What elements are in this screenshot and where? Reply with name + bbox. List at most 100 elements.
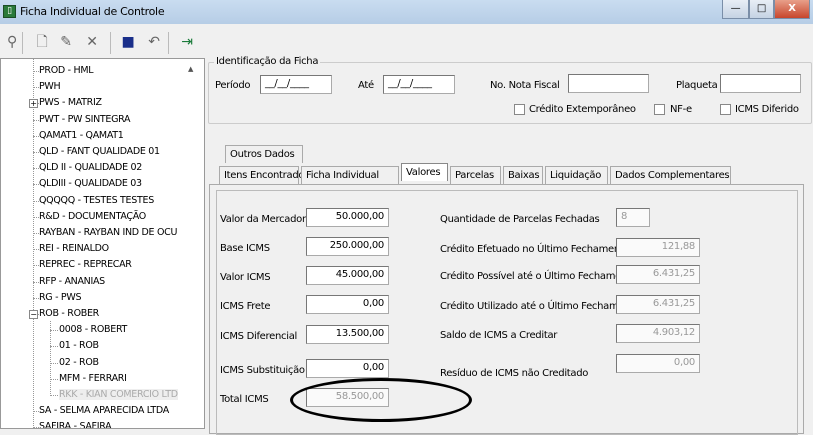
tree-item[interactable]: RG - PWS [39,292,81,303]
tree-expander-icon[interactable]: + [29,99,38,109]
icms-diferencial-input[interactable]: 13.500,00 [306,325,389,344]
residuo-de-icms-nao-creditado-input: 0,00 [616,354,700,373]
exit-icon[interactable]: ⇥ [177,32,197,52]
valor-da-mercadoria-input[interactable]: 50.000,00 [306,208,389,227]
plaqueta-label: Plaqueta [676,80,718,91]
tree-item[interactable]: REPREC - REPRECAR [39,259,132,270]
tree-item[interactable]: PWS - MATRIZ [39,97,102,108]
credito-efetuado-no-ultimo-fechamento-input: 121,88 [616,238,700,257]
icms-diferido-checkbox[interactable] [720,104,731,115]
quantidade-de-parcelas-fechadas-input: 8 [616,208,650,227]
credito-possivel-ate-o-ultimo-fechamento-label: Crédito Possível até o Último Fechamento [440,271,637,282]
saldo-de-icms-a-creditar-label: Saldo de ICMS a Creditar [440,330,558,341]
undo-icon[interactable]: ↶ [144,32,164,52]
title-bar: ▯ Ficha Individual de Controle — □ X [0,0,813,24]
total-icms-label: Total ICMS [220,394,269,405]
residuo-de-icms-nao-creditado-label: Resíduo de ICMS não Creditado [440,368,589,379]
tree-item[interactable]: 02 - ROB [59,357,99,368]
tree-item[interactable]: RAYBAN - RAYBAN IND DE OCU [39,227,177,238]
tab-parcelas[interactable]: Parcelas [450,166,501,184]
toolbar-separator [110,32,111,54]
valor-da-mercadoria-label: Valor da Mercadoria [220,214,315,225]
nota-fiscal-input[interactable] [568,74,649,93]
credito-efetuado-no-ultimo-fechamento-label: Crédito Efetuado no Último Fechamento [440,244,630,255]
company-tree[interactable]: ▲ PROD - HML PWH + PWS - MATRIZ PWT - PW SIN… [0,58,205,429]
tree-item[interactable]: 01 - ROB [59,340,99,351]
window-title: Ficha Individual de Controle [20,5,165,18]
credito-possivel-ate-o-ultimo-fechamento-input: 6.431,25 [616,265,700,284]
tree-item[interactable]: PWT - PW SINTEGRA [39,114,131,125]
save-icon[interactable]: ■ [118,32,138,52]
credito-extemporaneo-label: Crédito Extemporâneo [529,104,636,115]
new-document-icon[interactable]: 🗋 [32,32,52,52]
credito-extemporaneo-checkbox[interactable] [514,104,525,115]
tree-item[interactable]: ROB - ROBER [39,308,99,319]
toolbar-separator [22,32,23,54]
tab-valores[interactable]: Valores [401,163,448,181]
periodo-input[interactable]: __/__/____ [260,75,332,94]
tree-item[interactable]: QAMAT1 - QAMAT1 [39,130,124,141]
tree-item[interactable]: REI - REINALDO [39,243,109,254]
toolbar-separator [168,32,169,54]
tree-line [33,59,34,428]
tree-expander-icon[interactable]: − [29,310,38,319]
tree-item[interactable]: R&D - DOCUMENTAÇÃO [39,211,146,222]
highlight-ellipse [290,378,472,422]
nfe-label: NF-e [670,104,692,115]
tree-item[interactable]: PWH [39,81,61,92]
close-button[interactable]: X [774,0,810,19]
tree-line [50,321,51,396]
tab-itens-encontrados[interactable]: Itens Encontrados [219,166,309,184]
tree-connector [50,346,58,348]
icms-substituicao-label: ICMS Substituição [220,365,305,376]
quantidade-de-parcelas-fechadas-label: Quantidade de Parcelas Fechadas [440,214,600,225]
tree-connector [50,395,58,396]
tree-connector [50,378,58,380]
base-icms-label: Base ICMS [220,243,270,254]
tree-item[interactable]: QQQQQ - TESTES TESTES [39,195,154,206]
tree-item[interactable]: QLDIII - QUALIDADE 03 [39,178,142,189]
scroll-up-arrow-icon[interactable]: ▲ [188,65,193,73]
valor-icms-label: Valor ICMS [220,272,271,283]
plaqueta-input[interactable] [720,74,801,93]
icms-frete-label: ICMS Frete [220,301,271,312]
ate-label: Até [358,80,374,91]
edit-icon[interactable]: ✎ [56,32,76,52]
base-icms-input[interactable]: 250.000,00 [306,237,389,256]
tree-item[interactable]: QLD II - QUALIDADE 02 [39,162,142,173]
tree-item[interactable]: RKK - KIAN COMERCIO LTD [59,389,178,400]
minimize-button[interactable]: — [722,0,749,19]
tree-connector [50,362,58,364]
credito-utilizado-ate-o-ultimo-fechamento-label: Crédito Utilizado até o Último Fechament… [440,301,640,312]
icms-frete-input[interactable]: 0,00 [306,295,389,314]
periodo-label: Período [215,80,251,91]
saldo-de-icms-a-creditar-input: 4.903,12 [616,324,700,343]
tab-dados-complementares[interactable]: Dados Complementares [610,166,731,184]
credito-utilizado-ate-o-ultimo-fechamento-input: 6.431,25 [616,295,700,314]
tree-item[interactable]: QLD - FANT QUALIDADE 01 [39,146,160,157]
nota-fiscal-label: No. Nota Fiscal [490,80,560,91]
toolbar: ⚲ 🗋 ✎ ✕ ■ ↶ ⇥ [0,26,813,58]
group-legend: Identificação da Ficha [214,56,321,67]
maximize-button[interactable]: □ [749,0,774,19]
tab-ficha-individual[interactable]: Ficha Individual [301,166,399,184]
tab-baixas[interactable]: Baixas [503,166,543,184]
tree-item[interactable]: 0008 - ROBERT [59,324,127,335]
tree-item[interactable]: RFP - ANANIAS [39,276,105,287]
icms-substituicao-input[interactable]: 0,00 [306,359,389,378]
app-icon: ▯ [3,5,16,18]
tree-connector [50,330,58,332]
tree-item[interactable]: PROD - HML [39,65,94,76]
tree-item[interactable]: MFM - FERRARI [59,373,127,384]
tree-item[interactable]: SA - SELMA APARECIDA LTDA [39,405,169,416]
delete-icon[interactable]: ✕ [82,32,102,52]
icms-diferido-label: ICMS Diferido [735,104,799,115]
ate-input[interactable]: __/__/____ [383,75,455,94]
tab-liquida-o[interactable]: Liquidação [545,166,608,184]
tab-outros-dados[interactable]: Outros Dados [225,145,303,163]
nfe-checkbox[interactable] [654,104,665,115]
valor-icms-input[interactable]: 45.000,00 [306,266,389,285]
tree-item[interactable]: SAFIRA - SAFIRA [39,421,112,428]
icms-diferencial-label: ICMS Diferencial [220,331,298,342]
binoculars-icon[interactable]: ⚲ [2,32,22,52]
